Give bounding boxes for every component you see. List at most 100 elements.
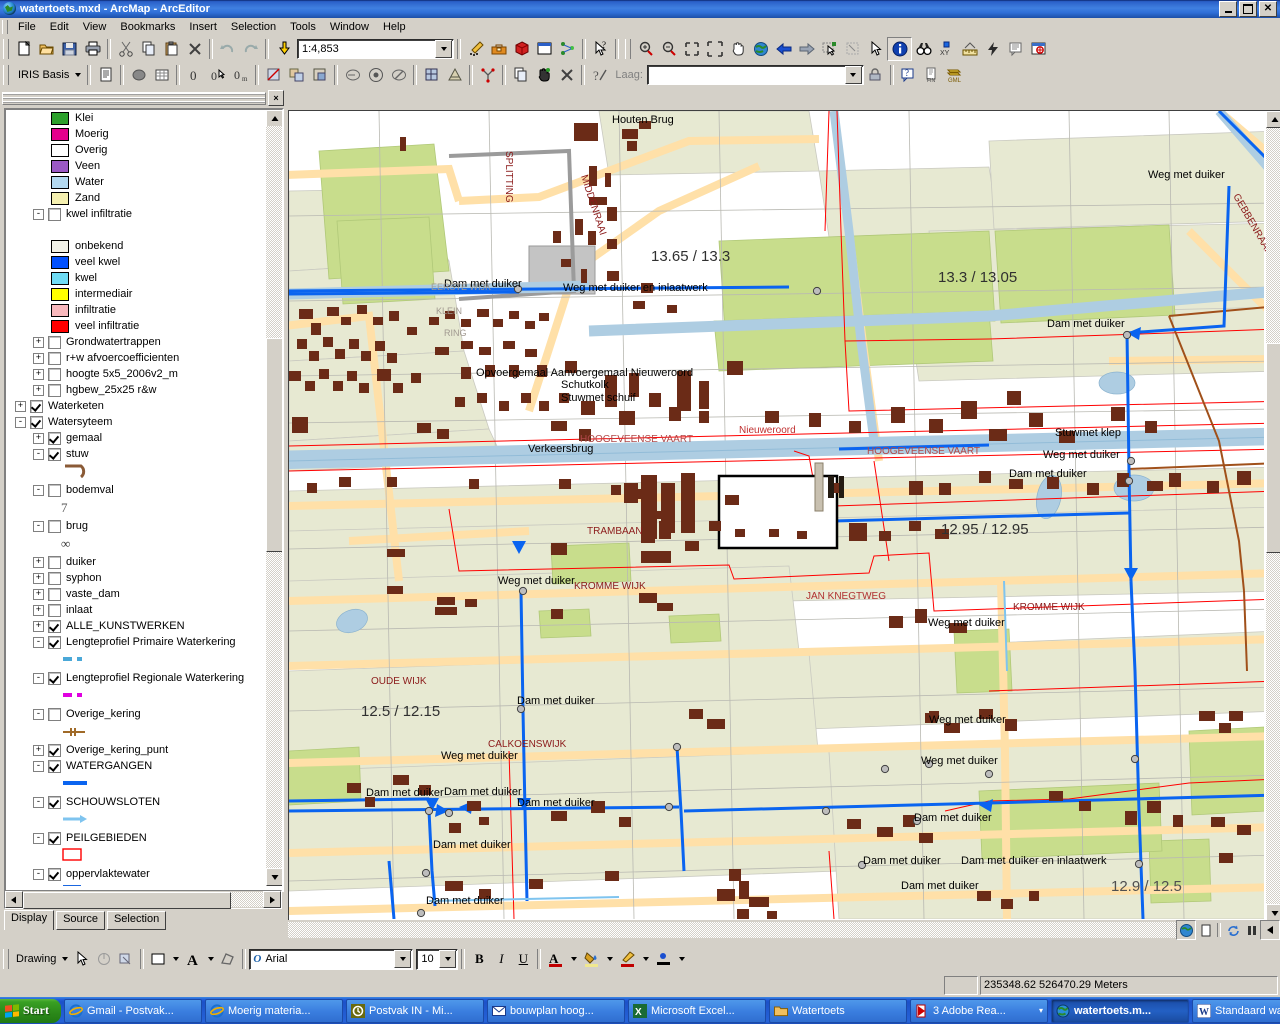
expand-icon[interactable]: + <box>33 572 44 584</box>
toc-title-bar[interactable]: × <box>2 90 284 106</box>
legend-swatch[interactable] <box>51 127 69 141</box>
rotate-circle-button[interactable] <box>341 64 364 86</box>
collapse-icon[interactable]: - <box>33 672 44 684</box>
menu-tools[interactable]: Tools <box>283 19 323 35</box>
zero-tool-button[interactable]: 0 <box>183 64 206 86</box>
layout-view-button[interactable] <box>1196 921 1214 939</box>
toc-layer-row[interactable]: + inlaat <box>6 602 264 618</box>
blue-fill-box-symbol[interactable] <box>61 884 95 886</box>
layer-visibility-checkbox[interactable] <box>48 555 61 569</box>
chevron-down-icon[interactable] <box>204 949 217 969</box>
legend-swatch[interactable] <box>51 319 69 333</box>
whats-this-button[interactable]: ? <box>589 38 612 60</box>
layer-visibility-checkbox[interactable] <box>48 483 61 497</box>
catalog-button[interactable] <box>556 38 579 60</box>
toc-layer-row[interactable]: + Grondwatertrappen <box>6 334 264 350</box>
snap-hand-button[interactable] <box>532 64 555 86</box>
minimize-button[interactable] <box>1219 1 1237 17</box>
scroll-up-button[interactable] <box>1266 111 1280 128</box>
toc-layer-row[interactable]: - Overige_kering <box>6 706 264 722</box>
toc-layer-row[interactable]: + vaste_dam <box>6 586 264 602</box>
target-button[interactable] <box>364 64 387 86</box>
toc-symbol-row[interactable] <box>6 462 264 482</box>
scroll-track[interactable] <box>23 892 263 909</box>
expand-icon[interactable]: + <box>33 368 44 380</box>
menu-window[interactable]: Window <box>323 19 376 35</box>
drawing-toolbar-grip[interactable] <box>3 949 9 969</box>
toc-legend-row[interactable]: veel kwel <box>6 254 264 270</box>
map-vertical-scrollbar[interactable] <box>1266 111 1280 921</box>
scroll-left-button[interactable] <box>1260 920 1280 940</box>
toc-layer-row[interactable]: - kwel infiltratie <box>6 206 264 222</box>
expand-icon[interactable]: + <box>15 400 26 412</box>
legend-swatch[interactable] <box>51 191 69 205</box>
toc-legend-row[interactable]: kwel <box>6 270 264 286</box>
go-forward-extent-button[interactable] <box>795 38 818 60</box>
toc-symbol-row[interactable] <box>6 882 264 886</box>
toolbox-button[interactable] <box>487 38 510 60</box>
marker-color-button[interactable] <box>652 949 675 970</box>
stuw-hook-symbol[interactable] <box>61 462 95 483</box>
legend-swatch[interactable] <box>51 271 69 285</box>
toc-drag-bars[interactable] <box>2 91 266 105</box>
table-tool-button[interactable] <box>150 64 173 86</box>
copy-button[interactable] <box>137 38 160 60</box>
fixed-zoom-in-button[interactable] <box>680 38 703 60</box>
layer-visibility-checkbox[interactable] <box>48 831 61 845</box>
legend-swatch[interactable] <box>51 303 69 317</box>
expand-icon[interactable]: + <box>33 620 44 632</box>
refresh-button[interactable] <box>1224 921 1242 939</box>
create-viewer-button[interactable] <box>1027 38 1050 60</box>
editor-toolbar-button[interactable] <box>464 38 487 60</box>
close-button[interactable]: ✕ <box>1259 1 1277 17</box>
expand-icon[interactable]: + <box>33 384 44 396</box>
layer-visibility-checkbox[interactable] <box>48 383 61 397</box>
toc-layer-row[interactable]: - Watersyteem <box>6 414 264 430</box>
layer-visibility-checkbox[interactable] <box>48 619 61 633</box>
toc-layer-row[interactable]: + ALLE_KUNSTWERKEN <box>6 618 264 634</box>
toc-symbol-row[interactable]: ∞ <box>6 534 264 554</box>
build-grid-button[interactable] <box>420 64 443 86</box>
legend-swatch[interactable] <box>51 111 69 125</box>
collapse-icon[interactable]: - <box>33 520 44 532</box>
menu-bookmarks[interactable]: Bookmarks <box>113 19 182 35</box>
legend-swatch[interactable] <box>51 255 69 269</box>
hatched-line-symbol[interactable] <box>61 726 95 739</box>
toc-layer-row[interactable]: - Lengteprofiel Primaire Waterkering <box>6 634 264 650</box>
line-color-button[interactable] <box>616 949 639 970</box>
toc-symbol-row[interactable] <box>6 722 264 742</box>
open-button[interactable] <box>35 38 58 60</box>
toc-layer-row[interactable]: - oppervlaktewater <box>6 866 264 882</box>
validate-button[interactable]: ? <box>588 64 611 86</box>
menu-grip[interactable] <box>2 20 8 34</box>
trace-pen-button[interactable] <box>387 64 410 86</box>
layer-visibility-checkbox[interactable] <box>48 447 61 461</box>
collapse-icon[interactable]: - <box>15 416 26 428</box>
layer-visibility-checkbox[interactable] <box>48 571 61 585</box>
toc-legend-row[interactable]: Overig <box>6 142 264 158</box>
menu-file[interactable]: File <box>11 19 43 35</box>
layer-visibility-checkbox[interactable] <box>48 431 61 445</box>
toc-symbol-row[interactable] <box>6 650 264 670</box>
layer-visibility-checkbox[interactable] <box>48 519 61 533</box>
hyperlink-button[interactable] <box>981 38 1004 60</box>
toc-legend-row[interactable]: veel infiltratie <box>6 318 264 334</box>
toc-horizontal-scrollbar[interactable] <box>4 890 282 909</box>
zoom-out-button[interactable] <box>657 38 680 60</box>
map-hscroll-track[interactable] <box>288 922 1176 938</box>
taskbar-item-moerig[interactable]: Moerig materia... <box>205 998 343 1023</box>
delete-feature-button[interactable] <box>555 64 578 86</box>
toc-layer-row[interactable]: - brug <box>6 518 264 534</box>
identify-button[interactable] <box>887 37 912 61</box>
zero-sub-button[interactable]: 0m <box>229 64 252 86</box>
expand-icon[interactable]: + <box>33 588 44 600</box>
select-elements-button[interactable] <box>864 38 887 60</box>
expand-icon[interactable]: + <box>33 352 44 364</box>
construct-button[interactable] <box>443 64 466 86</box>
layer-visibility-checkbox[interactable] <box>30 399 43 413</box>
toc-legend-row[interactable]: Veen <box>6 158 264 174</box>
expand-icon[interactable]: + <box>33 744 44 756</box>
toc-layer-row[interactable]: - bodemval <box>6 482 264 498</box>
paste-button[interactable] <box>160 38 183 60</box>
scroll-thumb[interactable] <box>1266 343 1280 553</box>
